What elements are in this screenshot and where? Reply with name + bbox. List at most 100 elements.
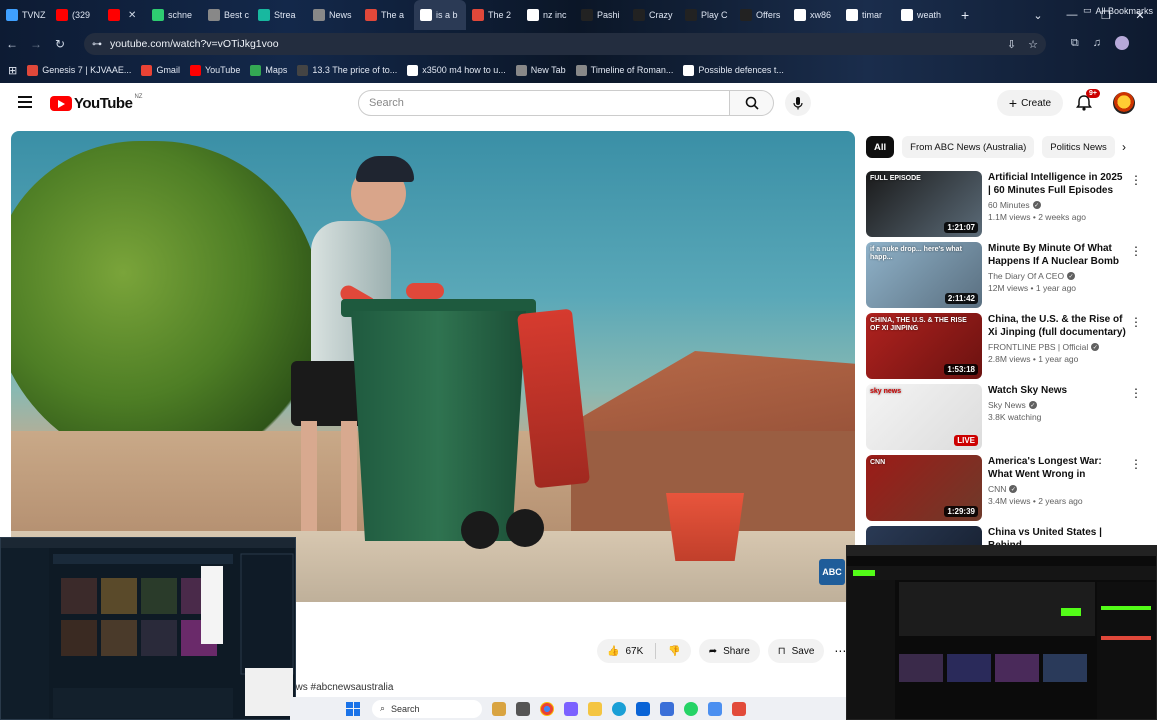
recommendation-title[interactable]: Minute By Minute Of What Happens If A Nu… xyxy=(988,242,1128,268)
bookmark-item[interactable]: Maps xyxy=(250,64,287,76)
all-bookmarks[interactable]: ▭ All Bookmarks xyxy=(1083,5,1153,16)
search-input[interactable]: Search xyxy=(358,90,730,116)
recommendation-channel[interactable]: The Diary Of A CEO ✓ xyxy=(988,271,1128,281)
browser-tab[interactable]: Offers xyxy=(734,0,788,30)
channel-watermark[interactable]: ABC xyxy=(819,559,845,585)
like-button[interactable]: 👍 67K xyxy=(607,646,643,657)
browser-tab[interactable]: timar xyxy=(840,0,895,30)
copilot-icon[interactable] xyxy=(564,701,578,716)
apps-grid-icon[interactable]: ⊞ xyxy=(8,64,17,77)
bookmark-star-icon[interactable]: ☆ xyxy=(1028,38,1038,51)
widgets-icon[interactable] xyxy=(492,701,506,716)
taskbar-search[interactable]: ⌕ Search xyxy=(372,699,482,718)
close-tab-icon[interactable]: ✕ xyxy=(128,10,136,21)
tab-search-icon[interactable]: ⌄ xyxy=(1021,9,1055,22)
voice-search-button[interactable] xyxy=(785,90,811,116)
description-snippet[interactable]: ews #abcnewsaustralia xyxy=(290,682,393,693)
filter-chip[interactable]: From ABC News (Australia) xyxy=(902,136,1035,158)
recommendation-title[interactable]: America's Longest War: What Went Wrong i… xyxy=(988,455,1128,481)
browser-tab[interactable]: schne xyxy=(146,0,202,30)
browser-tab[interactable]: Crazy xyxy=(627,0,679,30)
bookmark-item[interactable]: Timeline of Roman... xyxy=(575,64,673,76)
bookmark-item[interactable]: New Tab xyxy=(515,64,566,76)
recommendation-thumbnail[interactable] xyxy=(866,526,982,546)
chevron-right-icon[interactable]: › xyxy=(1122,140,1126,154)
back-icon[interactable]: ← xyxy=(0,37,24,51)
new-tab-icon[interactable]: + xyxy=(953,7,977,23)
recommendation-title[interactable]: Artificial Intelligence in 2025 | 60 Min… xyxy=(988,171,1128,197)
browser-tab[interactable]: Strea xyxy=(252,0,307,30)
address-bar[interactable]: ⊶ youtube.com/watch?v=vOTiJkg1voo ⇩ ☆ xyxy=(84,33,1046,55)
whatsapp-icon[interactable] xyxy=(684,701,698,716)
file-explorer-icon[interactable] xyxy=(588,701,602,716)
recommendation-thumbnail[interactable]: CNN 1:29:39 xyxy=(866,455,982,521)
extensions-icon[interactable]: ⧉ xyxy=(1071,37,1079,50)
recommendation-item[interactable]: CNN 1:29:39 America's Longest War: What We… xyxy=(866,455,1148,521)
recommendation-item[interactable]: if a nuke drop... here's what happ... 2:1… xyxy=(866,242,1148,308)
recommendation-channel[interactable]: Sky News ✓ xyxy=(988,400,1128,410)
browser-tab[interactable]: News xyxy=(307,0,359,30)
recommendation-item[interactable]: sky news LIVE Watch Sky News Sky News ✓ 3.8K … xyxy=(866,384,1148,450)
media-icon[interactable]: ♫ xyxy=(1093,37,1101,49)
save-button[interactable]: ⊓ Save xyxy=(767,639,825,663)
more-options-icon[interactable]: ⋮ xyxy=(1130,244,1142,258)
windows-start-icon[interactable] xyxy=(346,701,360,716)
forward-icon[interactable]: → xyxy=(24,37,48,51)
youtube-logo[interactable]: YouTube NZ xyxy=(50,94,142,112)
more-options-icon[interactable]: ⋮ xyxy=(1130,173,1142,187)
browser-tab[interactable]: weath xyxy=(895,0,953,30)
recommendation-thumbnail[interactable]: sky news LIVE xyxy=(866,384,982,450)
filter-chip[interactable]: All xyxy=(866,136,895,158)
more-options-icon[interactable]: ⋮ xyxy=(1130,457,1142,471)
chrome-icon[interactable] xyxy=(540,701,554,716)
reload-icon[interactable]: ↻ xyxy=(48,37,72,51)
recommendation-item[interactable]: CHINA, THE U.S. & THE RISE OF XI JINPING… xyxy=(866,313,1148,379)
site-info-icon[interactable]: ⊶ xyxy=(92,39,102,50)
browser-tab[interactable]: xw86 xyxy=(788,0,840,30)
bookmark-item[interactable]: Gmail xyxy=(141,64,180,76)
messenger-icon[interactable] xyxy=(708,701,722,716)
bookmark-item[interactable]: Possible defences t... xyxy=(683,64,784,76)
menu-icon[interactable] xyxy=(18,96,32,111)
calculator-icon[interactable] xyxy=(660,701,674,716)
dislike-button[interactable]: 👎 xyxy=(668,646,680,657)
edge-icon[interactable] xyxy=(612,701,626,716)
more-options-icon[interactable]: ⋮ xyxy=(1130,315,1142,329)
recommendation-thumbnail[interactable]: if a nuke drop... here's what happ... 2:1… xyxy=(866,242,982,308)
bookmark-item[interactable]: x3500 m4 how to u... xyxy=(407,64,506,76)
browser-tab[interactable]: The a xyxy=(359,0,414,30)
recommendation-channel[interactable]: 60 Minutes ✓ xyxy=(988,200,1128,210)
more-options-icon[interactable]: ⋮ xyxy=(1130,386,1142,400)
browser-tab[interactable]: Play C xyxy=(679,0,734,30)
bookmark-item[interactable]: YouTube xyxy=(189,64,240,76)
profile-icon[interactable] xyxy=(1115,36,1129,50)
browser-tab[interactable]: TVNZ xyxy=(0,0,50,30)
recommendation-channel[interactable]: FRONTLINE PBS | Official ✓ xyxy=(988,342,1128,352)
filter-chip[interactable]: Politics News xyxy=(1042,136,1115,158)
bookmark-item[interactable]: Genesis 7 | KJVAAE... xyxy=(27,64,131,76)
recommendation-title[interactable]: China vs United States | Behind xyxy=(988,526,1128,546)
task-view-icon[interactable] xyxy=(516,701,530,716)
video-player[interactable]: ABC xyxy=(11,131,855,602)
browser-tab[interactable]: ✕ xyxy=(102,0,146,30)
browser-tab[interactable]: (329 xyxy=(50,0,102,30)
recommendation-item[interactable]: China vs United States | Behind xyxy=(866,526,1148,546)
browser-tab[interactable]: Pashi xyxy=(575,0,627,30)
browser-tab[interactable]: nz inc xyxy=(521,0,575,30)
search-button[interactable] xyxy=(730,90,774,116)
install-app-icon[interactable]: ⇩ xyxy=(1007,38,1016,51)
floating-window-left[interactable] xyxy=(0,537,296,720)
bookmark-item[interactable]: 13.3 The price of to... xyxy=(297,64,397,76)
recommendation-item[interactable]: FULL EPISODE 1:21:07 Artificial Intelligen… xyxy=(866,171,1148,237)
recommendation-thumbnail[interactable]: CHINA, THE U.S. & THE RISE OF XI JINPING… xyxy=(866,313,982,379)
recommendation-channel[interactable]: CNN ✓ xyxy=(988,484,1128,494)
browser-tab[interactable]: The 2 xyxy=(466,0,521,30)
recommendation-thumbnail[interactable]: FULL EPISODE 1:21:07 xyxy=(866,171,982,237)
mail-icon[interactable] xyxy=(636,701,650,716)
floating-window-right[interactable] xyxy=(846,545,1157,720)
browser-tab[interactable]: is a b xyxy=(414,0,466,30)
create-button[interactable]: + Create xyxy=(997,90,1063,116)
account-avatar[interactable] xyxy=(1113,92,1135,114)
recommendation-title[interactable]: China, the U.S. & the Rise of Xi Jinping… xyxy=(988,313,1128,339)
recommendation-title[interactable]: Watch Sky News xyxy=(988,384,1128,397)
